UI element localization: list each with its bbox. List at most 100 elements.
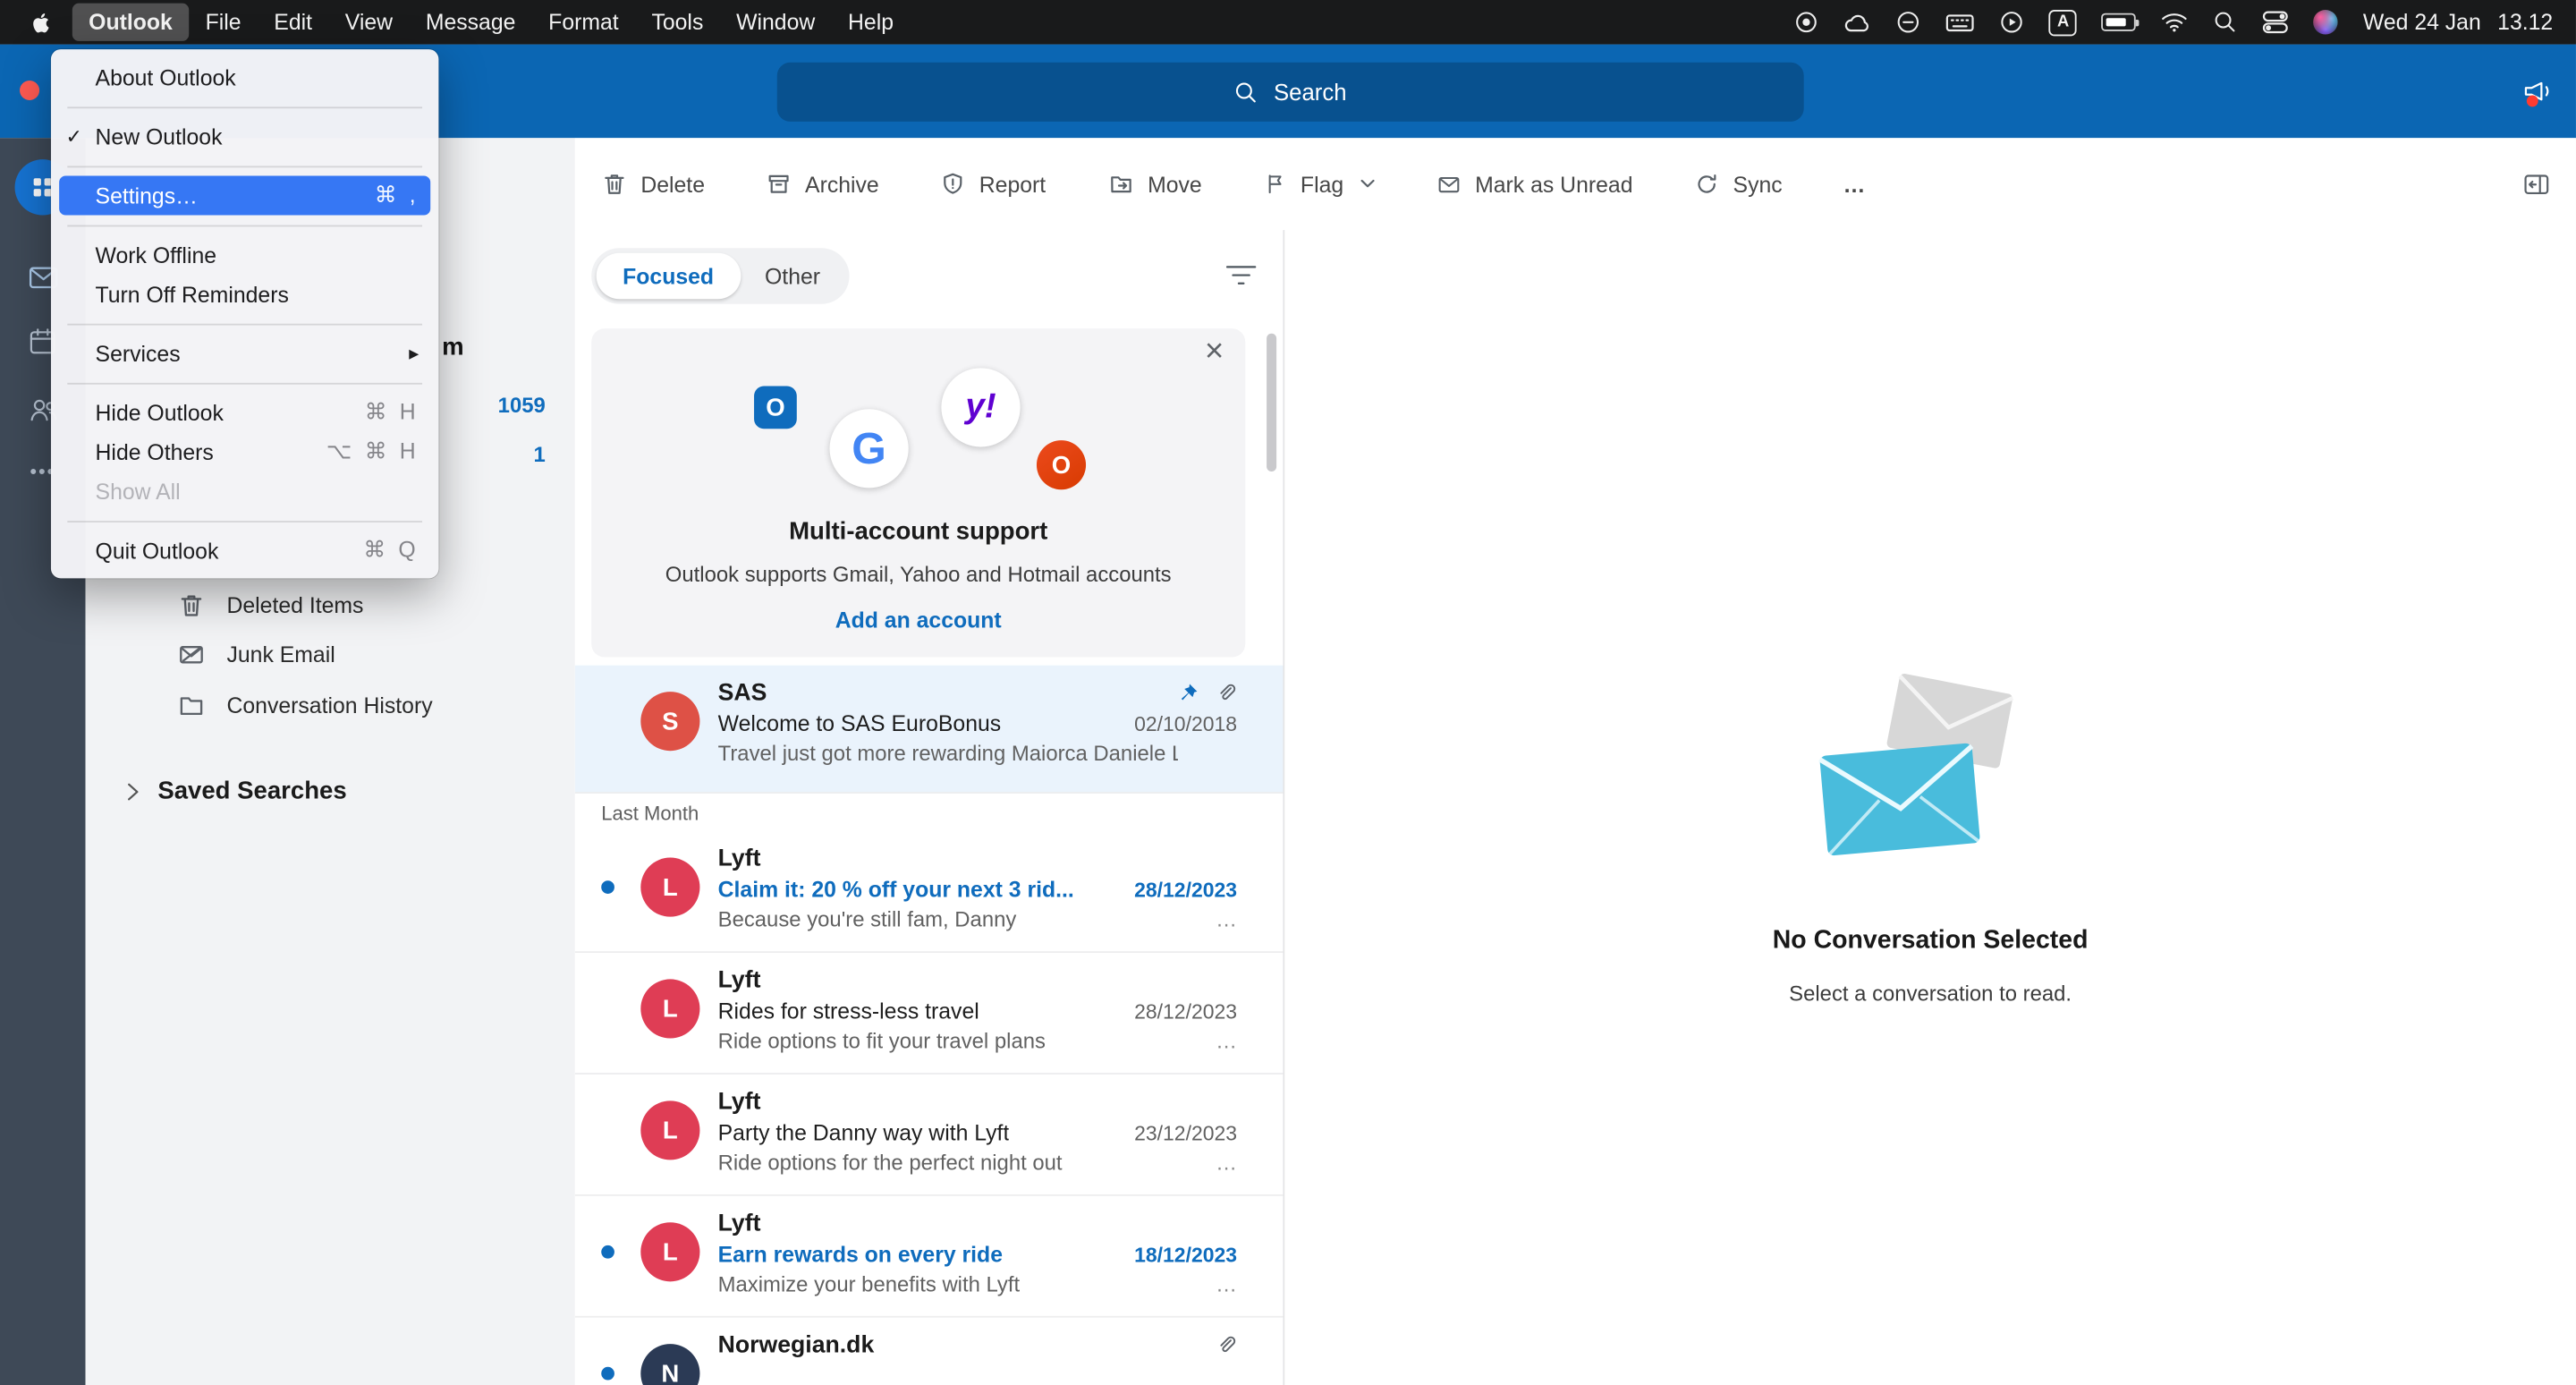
drafts-count-badge: 1 bbox=[533, 442, 545, 467]
paperclip-icon bbox=[1214, 1334, 1237, 1357]
menu-item-turn-off-reminders[interactable]: Turn Off Reminders bbox=[51, 275, 438, 314]
menu-item-work-offline[interactable]: Work Offline bbox=[51, 235, 438, 275]
flag-button[interactable]: Flag bbox=[1263, 171, 1375, 197]
keyboard-icon[interactable] bbox=[1945, 11, 1975, 34]
menu-separator bbox=[67, 106, 422, 107]
envelope-icon bbox=[1436, 172, 1462, 197]
folder-label: Conversation History bbox=[226, 693, 432, 718]
menu-separator bbox=[67, 225, 422, 226]
menubar-item-edit[interactable]: Edit bbox=[258, 4, 328, 41]
menu-item-hide-others[interactable]: Hide Others ⌥ ⌘ H bbox=[51, 432, 438, 472]
message-row-norwegian[interactable]: N Norwegian.dk bbox=[575, 1318, 1284, 1385]
message-row-lyft-4[interactable]: L Lyft Earn rewards on every ride 18/12/… bbox=[575, 1196, 1284, 1318]
message-row-lyft-1[interactable]: L Lyft Claim it: 20 % off your next 3 ri… bbox=[575, 831, 1284, 953]
message-row-lyft-2[interactable]: L Lyft Rides for stress-less travel 28/1… bbox=[575, 953, 1284, 1075]
sync-button[interactable]: Sync bbox=[1693, 171, 1782, 197]
spotlight-icon[interactable] bbox=[2214, 10, 2239, 35]
trash-icon bbox=[177, 591, 205, 619]
tab-other[interactable]: Other bbox=[740, 264, 844, 289]
record-icon[interactable] bbox=[1794, 10, 1819, 35]
menubar-item-window[interactable]: Window bbox=[720, 4, 832, 41]
filter-icon bbox=[1225, 265, 1257, 286]
promo-title: Multi-account support bbox=[591, 517, 1245, 545]
chevron-right-icon bbox=[126, 781, 140, 801]
list-scrollbar[interactable] bbox=[1267, 334, 1276, 472]
folder-deleted-items[interactable]: Deleted Items bbox=[177, 591, 363, 619]
envelope-front-icon bbox=[1818, 741, 1984, 859]
whats-new-button[interactable] bbox=[2519, 72, 2555, 108]
menubar-item-help[interactable]: Help bbox=[832, 4, 911, 41]
menubar-item-format[interactable]: Format bbox=[532, 4, 635, 41]
sender: Norwegian.dk bbox=[718, 1332, 875, 1358]
sender: Lyft bbox=[718, 1211, 761, 1236]
folder-icon bbox=[177, 692, 205, 719]
subject: Earn rewards on every ride bbox=[718, 1242, 1003, 1267]
message-list-pane: Focused Other × O G y! O Multi-account s… bbox=[575, 230, 1284, 1385]
siri-icon[interactable] bbox=[2314, 10, 2339, 35]
message-row-lyft-3[interactable]: L Lyft Party the Danny way with Lyft 23/… bbox=[575, 1075, 1284, 1196]
tab-focused[interactable]: Focused bbox=[597, 253, 741, 299]
cloud-icon[interactable] bbox=[1843, 12, 1871, 33]
chevron-down-icon[interactable] bbox=[1360, 179, 1376, 189]
row-more-button[interactable]: … bbox=[1216, 1271, 1237, 1296]
avatar: L bbox=[640, 1100, 699, 1160]
row-more-button[interactable]: … bbox=[1216, 1150, 1237, 1175]
apple-menu[interactable] bbox=[23, 9, 72, 35]
input-source-icon[interactable]: A bbox=[2049, 9, 2077, 35]
menubar-item-view[interactable]: View bbox=[328, 4, 409, 41]
preview: Travel just got more rewarding Maiorca D… bbox=[718, 741, 1178, 766]
report-label: Report bbox=[979, 172, 1046, 197]
close-window-button[interactable] bbox=[20, 81, 39, 100]
menu-item-about[interactable]: About Outlook bbox=[51, 57, 438, 97]
battery-icon[interactable] bbox=[2102, 13, 2137, 30]
filter-button[interactable] bbox=[1225, 265, 1257, 286]
subject: Rides for stress-less travel bbox=[718, 998, 979, 1024]
menu-item-hide-outlook[interactable]: Hide Outlook ⌘ H bbox=[51, 393, 438, 432]
row-more-button[interactable]: … bbox=[1216, 907, 1237, 932]
menu-item-new-outlook[interactable]: ✓ New Outlook bbox=[51, 116, 438, 156]
toolbar-overflow-button[interactable]: … bbox=[1843, 172, 1866, 197]
archive-button[interactable]: Archive bbox=[766, 171, 879, 197]
avatar: L bbox=[640, 1222, 699, 1281]
menubar-item-tools[interactable]: Tools bbox=[635, 4, 720, 41]
message-date: 18/12/2023 bbox=[1134, 1243, 1237, 1266]
promo-subtitle: Outlook supports Gmail, Yahoo and Hotmai… bbox=[591, 562, 1245, 587]
close-icon[interactable]: × bbox=[1205, 336, 1224, 369]
search-input[interactable]: Search bbox=[777, 63, 1804, 122]
add-account-link[interactable]: Add an account bbox=[591, 608, 1245, 633]
folder-junk-email[interactable]: Junk Email bbox=[177, 641, 335, 668]
menubar-date[interactable]: Wed 24 Jan bbox=[2363, 10, 2481, 35]
paperclip-icon bbox=[1214, 682, 1237, 705]
mark-unread-label: Mark as Unread bbox=[1475, 172, 1632, 197]
control-center-icon[interactable] bbox=[2263, 10, 2289, 35]
move-button[interactable]: Move bbox=[1106, 171, 1202, 197]
menu-bar: Outlook File Edit View Message Format To… bbox=[0, 0, 2576, 45]
junk-mail-icon bbox=[177, 641, 205, 668]
unread-dot bbox=[601, 1245, 614, 1259]
mark-unread-button[interactable]: Mark as Unread bbox=[1436, 172, 1632, 197]
saved-searches-section[interactable]: Saved Searches bbox=[126, 777, 346, 805]
sender: Lyft bbox=[718, 846, 761, 872]
menu-item-label: About Outlook bbox=[96, 65, 236, 90]
message-row-sas[interactable]: S SAS Welcome to SAS EuroBonus 02/10/201… bbox=[575, 666, 1284, 794]
move-folder-icon bbox=[1106, 171, 1134, 197]
avatar: S bbox=[640, 692, 699, 751]
menu-item-quit[interactable]: Quit Outlook ⌘ Q bbox=[51, 531, 438, 570]
menubar-item-outlook[interactable]: Outlook bbox=[72, 4, 189, 41]
screen: Outlook File Edit View Message Format To… bbox=[0, 0, 2576, 1385]
play-icon[interactable] bbox=[2000, 10, 2025, 35]
delete-button[interactable]: Delete bbox=[601, 171, 705, 197]
sender: SAS bbox=[718, 680, 767, 706]
row-more-button[interactable]: … bbox=[1216, 1029, 1237, 1054]
dnd-icon[interactable] bbox=[1896, 10, 1921, 35]
wifi-icon[interactable] bbox=[2161, 12, 2189, 33]
reading-pane-toggle-button[interactable] bbox=[2521, 170, 2551, 198]
folder-conversation-history[interactable]: Conversation History bbox=[177, 692, 432, 719]
menubar-item-message[interactable]: Message bbox=[409, 4, 531, 41]
menu-item-label: Show All bbox=[96, 479, 181, 504]
report-button[interactable]: Report bbox=[940, 171, 1046, 197]
outlook-app-menu: About Outlook ✓ New Outlook Settings… ⌘ … bbox=[51, 49, 438, 578]
menu-item-services[interactable]: Services ▸ bbox=[51, 334, 438, 373]
menu-item-settings[interactable]: Settings… ⌘ , bbox=[59, 175, 430, 215]
menubar-item-file[interactable]: File bbox=[189, 4, 258, 41]
